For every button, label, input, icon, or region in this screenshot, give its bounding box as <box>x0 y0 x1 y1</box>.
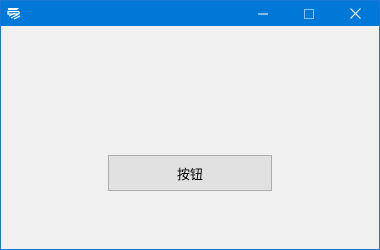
close-button[interactable] <box>332 1 378 26</box>
title-bar[interactable] <box>1 1 379 26</box>
maximize-button[interactable] <box>286 1 332 26</box>
close-icon <box>349 4 361 23</box>
client-area: 按钮 <box>1 26 379 249</box>
main-button-label: 按钮 <box>176 167 203 183</box>
minimize-button[interactable] <box>240 1 286 26</box>
app-logo-icon <box>6 5 22 21</box>
main-button[interactable]: 按钮 <box>108 155 272 191</box>
app-window: 按钮 <box>0 0 380 250</box>
minimize-icon <box>258 4 268 23</box>
maximize-icon <box>304 4 314 23</box>
